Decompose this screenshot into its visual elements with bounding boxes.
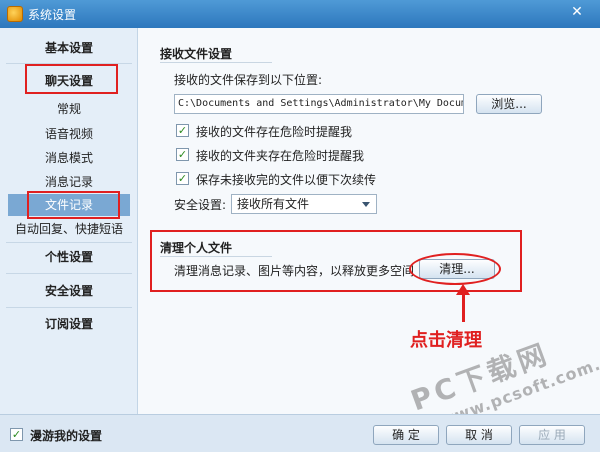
highlight-ellipse-cleanup [409, 253, 501, 285]
section-underline [160, 256, 272, 257]
security-setting-label: 安全设置: [174, 198, 227, 212]
window-title: 系统设置 [28, 8, 77, 22]
sidebar-item-auto-reply[interactable]: 自动回复、快捷短语 [0, 218, 138, 240]
cleanup-section-title: 清理个人文件 [160, 241, 233, 255]
title-bar: 系统设置 ✕ [0, 0, 600, 28]
sidebar-divider [6, 307, 132, 308]
highlight-box-chat [25, 64, 118, 94]
sidebar-cat-basic[interactable]: 基本设置 [0, 34, 138, 62]
sidebar: 基本设置 聊天设置 常规 语音视频 消息模式 消息记录 文件记录 自动回复、快捷… [0, 28, 138, 414]
security-select-value: 接收所有文件 [237, 197, 310, 211]
roam-checkbox[interactable]: ✓ [10, 428, 23, 441]
sidebar-item-message-log[interactable]: 消息记录 [0, 171, 138, 193]
checkbox[interactable]: ✓ [176, 172, 189, 185]
checkbox[interactable]: ✓ [176, 124, 189, 137]
ok-button[interactable]: 确 定 [373, 425, 439, 445]
cancel-button[interactable]: 取 消 [446, 425, 512, 445]
sidebar-item-message-mode[interactable]: 消息模式 [0, 147, 138, 169]
sidebar-item-voice-video[interactable]: 语音视频 [0, 123, 138, 145]
apply-button[interactable]: 应 用 [519, 425, 585, 445]
checkbox-label: 接收的文件存在危险时提醒我 [196, 125, 353, 139]
section-underline [160, 62, 272, 63]
app-icon [7, 6, 23, 22]
chevron-down-icon [362, 202, 370, 207]
security-select[interactable]: 接收所有文件 [231, 194, 377, 214]
checkbox-label: 保存未接收完的文件以便下次续传 [196, 173, 377, 187]
cleanup-description: 清理消息记录、图片等内容，以释放更多空间 [174, 264, 415, 278]
save-location-label: 接收的文件保存到以下位置: [174, 73, 323, 87]
annotation-click-cleanup: 点击清理 [410, 330, 482, 351]
save-path-input[interactable]: C:\Documents and Settings\Administrator\… [174, 94, 464, 114]
close-button[interactable]: ✕ [560, 2, 594, 22]
checkbox[interactable]: ✓ [176, 148, 189, 161]
sidebar-cat-subscribe[interactable]: 订阅设置 [0, 310, 138, 338]
roam-settings-label: 漫游我的设置 [30, 429, 103, 443]
footer: ✓ 漫游我的设置 确 定 取 消 应 用 [0, 414, 600, 452]
sidebar-cat-personal[interactable]: 个性设置 [0, 243, 138, 271]
sidebar-divider [6, 273, 132, 274]
receive-section-title: 接收文件设置 [160, 47, 233, 61]
sidebar-cat-security[interactable]: 安全设置 [0, 277, 138, 305]
browse-button[interactable]: 浏览... [476, 94, 542, 114]
highlight-box-file-log [27, 191, 120, 219]
sidebar-item-general[interactable]: 常规 [0, 98, 138, 120]
arrow-shaft [462, 292, 465, 322]
checkbox-label: 接收的文件夹存在危险时提醒我 [196, 149, 365, 163]
